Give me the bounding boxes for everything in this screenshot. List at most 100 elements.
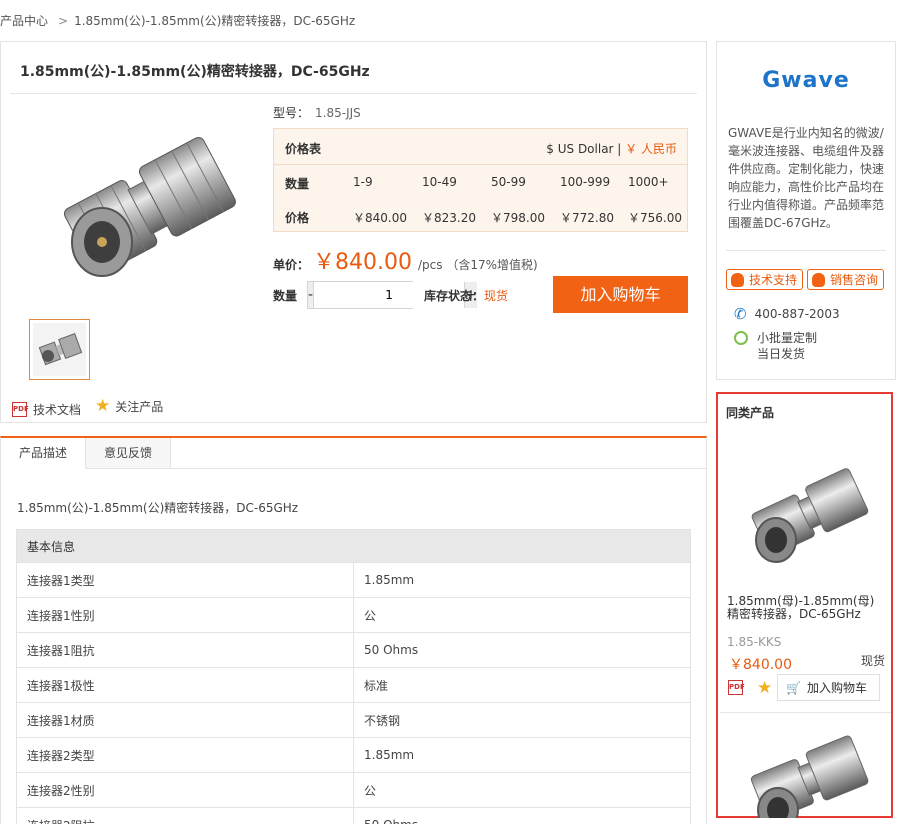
pdf-icon: PDF: [12, 402, 29, 417]
phone-number: 400-887-2003: [754, 307, 840, 321]
unit-price-label: 单价：: [273, 258, 310, 272]
tier-qty: 1000+: [628, 175, 669, 189]
unit-price: ￥840.00: [313, 250, 412, 275]
price-table-header: 价格表 $ US Dollar | ￥ 人民币: [274, 129, 687, 165]
model-label: 型号：: [273, 106, 310, 120]
spec-key: 连接器1极性: [16, 667, 354, 703]
divider: [720, 712, 891, 713]
related-add-to-cart-button[interactable]: 🛒 加入购物车: [777, 674, 880, 701]
related-product-price: ￥840.00: [729, 657, 792, 673]
spec-key: 连接器2类型: [16, 737, 354, 773]
breadcrumb-current[interactable]: 1.85mm(公)-1.85mm(公)精密转接器，DC-65GHz: [74, 14, 355, 28]
pdf-icon[interactable]: PDF: [728, 680, 745, 695]
tech-support-button[interactable]: 技术支持: [726, 269, 803, 290]
unit-price-row: 单价： ￥840.00/pcs （含17%增值税): [273, 244, 538, 276]
tier-price: ￥823.20: [422, 211, 476, 225]
table-row: 连接器2阻抗50 Ohms: [16, 807, 691, 824]
clock-icon: [734, 331, 748, 345]
stock-value: 现货: [484, 289, 509, 303]
sales-consult-button[interactable]: 销售咨询: [807, 269, 884, 290]
table-row: 连接器1极性 标准: [16, 667, 691, 703]
model-value: 1.85-JJS: [315, 106, 361, 120]
table-row: 连接器1类型 1.85mm: [16, 562, 691, 598]
qq-icon: [812, 272, 825, 287]
brand-description: GWAVE是行业内知名的微波/毫米波连接器、电缆组件及器件供应商。定制化能力，快…: [728, 126, 885, 230]
spec-value: 公: [353, 597, 691, 633]
stock-status: 库存状态：现货: [424, 287, 508, 304]
phone-row: ✆ 400-887-2003: [734, 305, 840, 323]
breadcrumb-separator: >: [58, 14, 69, 28]
breadcrumb-root[interactable]: 产品中心: [0, 14, 48, 28]
tech-doc-label: 技术文档: [33, 403, 82, 417]
spec-value: 标准: [353, 667, 691, 703]
breadcrumb: 产品中心 >1.85mm(公)-1.85mm(公)精密转接器，DC-65GHz: [0, 12, 355, 29]
model-row: 型号： 1.85-JJS: [273, 104, 361, 121]
spec-value: 50 Ohms: [353, 632, 691, 668]
table-row: 连接器1阻抗 50 Ohms: [16, 632, 691, 668]
tab-feedback[interactable]: 意见反馈: [86, 438, 172, 469]
tier-price: ￥772.80: [560, 211, 614, 225]
spec-value: 50 Ohms: [353, 807, 691, 824]
price-header: 价格: [285, 211, 310, 225]
description-text: 1.85mm(公)-1.85mm(公)精密转接器，DC-65GHz: [17, 501, 299, 515]
related-product-stock: 现货: [861, 654, 886, 668]
spec-value: 不锈钢: [353, 702, 691, 738]
related-product-model: 1.85-KKS: [727, 635, 782, 649]
quantity-stepper: - +: [307, 281, 477, 309]
divider: [170, 468, 706, 469]
sales-consult-label: 销售咨询: [830, 273, 879, 287]
tier-qty: 1-9: [353, 175, 373, 189]
follow-product-link[interactable]: ★ 关注产品: [95, 398, 163, 415]
related-product-image[interactable]: [726, 722, 884, 818]
cart-icon: 🛒: [786, 680, 801, 695]
tier-price: ￥798.00: [491, 211, 545, 225]
quantity-label: 数量: [273, 289, 298, 303]
price-table: 价格表 $ US Dollar | ￥ 人民币 数量 1-9 10-49 50-…: [273, 128, 688, 232]
tier-qty: 10-49: [422, 175, 457, 189]
price-table-price-row: 价格 ￥840.00 ￥823.20 ￥798.00 ￥772.80 ￥756.…: [274, 201, 687, 231]
divider: [10, 93, 697, 94]
spec-value: 1.85mm: [353, 737, 691, 773]
follow-product-label: 关注产品: [115, 400, 164, 414]
add-to-cart-button[interactable]: 加入购物车: [553, 276, 688, 313]
related-product-name[interactable]: 1.85mm(母)-1.85mm(母)精密转接器，DC-65GHz: [727, 595, 883, 621]
spec-key: 连接器2性别: [16, 772, 354, 808]
spec-value: 1.85mm: [353, 562, 691, 598]
product-links: PDF 技术文档 ★ 关注产品: [12, 398, 177, 418]
qty-header: 数量: [285, 177, 310, 191]
tab-bar: 产品描述 意见反馈: [1, 438, 172, 469]
spec-table-header: 基本信息: [16, 529, 691, 563]
tier-price: ￥840.00: [353, 211, 407, 225]
table-row: 连接器1性别公: [16, 597, 691, 633]
tech-support-label: 技术支持: [749, 273, 798, 287]
spec-key: 连接器1类型: [16, 562, 354, 598]
star-icon: ★: [95, 396, 111, 416]
spec-key: 连接器1阻抗: [16, 632, 354, 668]
related-title: 同类产品: [726, 406, 775, 420]
stock-label: 库存状态：: [424, 289, 485, 303]
tech-doc-link[interactable]: PDF 技术文档: [12, 401, 81, 418]
custom-line-2: 当日发货: [757, 347, 806, 361]
table-row: 连接器2性别公: [16, 772, 691, 808]
spec-key: 连接器1性别: [16, 597, 354, 633]
product-thumbnail[interactable]: [29, 319, 90, 380]
related-product-image[interactable]: [726, 440, 884, 590]
tier-qty: 100-999: [560, 175, 611, 189]
currency-rmb[interactable]: ￥ 人民币: [625, 142, 677, 156]
brand-logo[interactable]: Gwave: [716, 68, 896, 93]
product-title: 1.85mm(公)-1.85mm(公)精密转接器，DC-65GHz: [20, 64, 370, 80]
price-table-label: 价格表: [285, 142, 322, 156]
table-row: 连接器1材质 不锈钢: [16, 702, 691, 738]
spec-value: 公: [353, 772, 691, 808]
currency-usd[interactable]: $ US Dollar |: [546, 142, 621, 156]
star-icon[interactable]: ★: [757, 678, 772, 698]
related-add-to-cart-label: 加入购物车: [806, 681, 867, 695]
tab-description[interactable]: 产品描述: [1, 438, 87, 469]
tier-qty: 50-99: [491, 175, 526, 189]
currency-switch: $ US Dollar | ￥ 人民币: [546, 140, 677, 157]
price-table-qty-row: 数量 1-9 10-49 50-99 100-999 1000+: [274, 167, 687, 197]
phone-icon: ✆: [734, 305, 747, 323]
spec-key: 连接器2阻抗: [16, 807, 354, 824]
product-main-image[interactable]: [30, 102, 260, 302]
spec-key: 连接器1材质: [16, 702, 354, 738]
